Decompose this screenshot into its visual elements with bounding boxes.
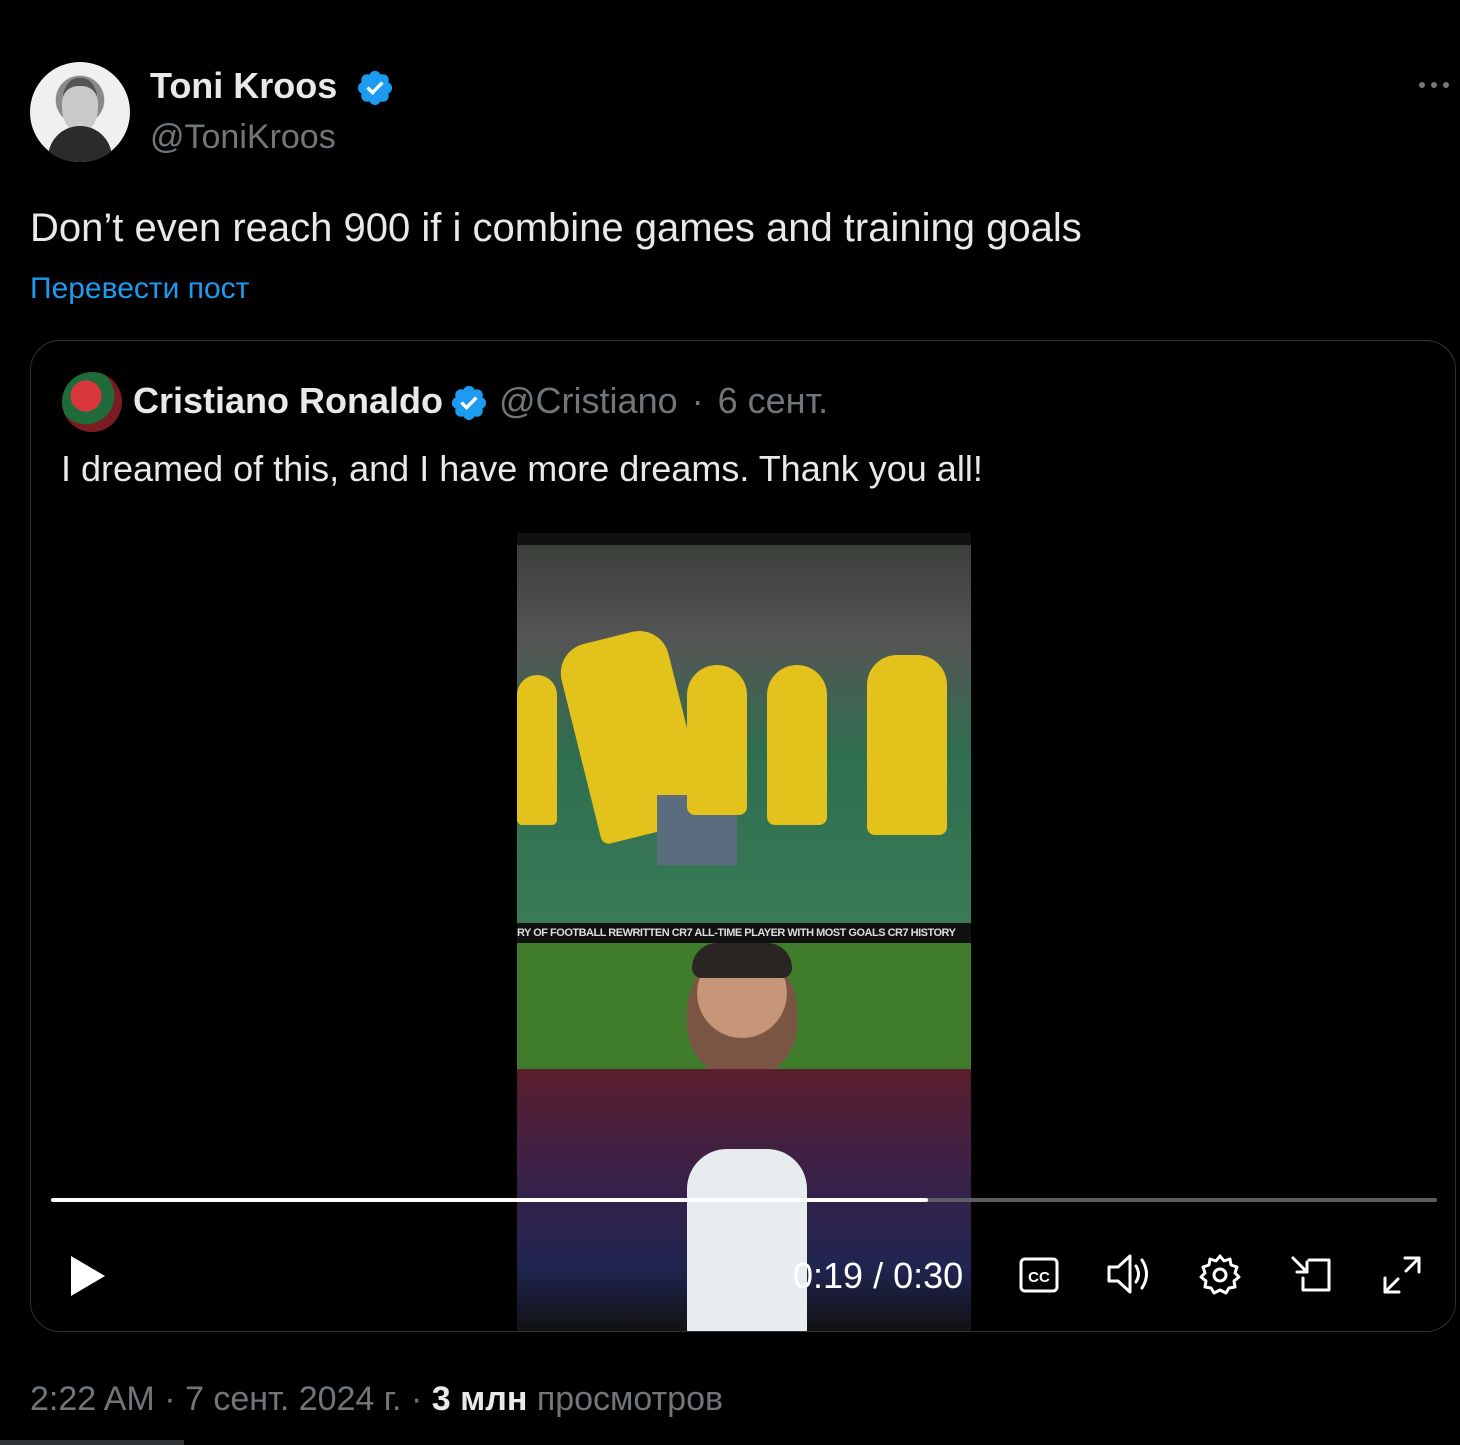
settings-icon[interactable] [1197, 1252, 1243, 1298]
quoted-post-card[interactable]: Cristiano Ronaldo @Cristiano · 6 сент. I… [30, 340, 1456, 1332]
play-icon[interactable] [65, 1253, 111, 1299]
translate-post-link[interactable]: Перевести пост [30, 270, 249, 308]
verified-badge-icon [358, 71, 393, 106]
video-progress-fill [51, 1198, 929, 1202]
meta-separator: · [691, 380, 704, 421]
video-scene-celebration [517, 545, 971, 923]
avatar-shoulders [48, 126, 112, 162]
quoted-post-date[interactable]: 6 сент. [718, 380, 828, 421]
quoted-author-avatar[interactable] [62, 372, 122, 432]
post-text: Don’t even reach 900 if i combine games … [30, 206, 1082, 250]
captions-icon[interactable]: CC [1017, 1253, 1061, 1297]
fullscreen-icon[interactable] [1379, 1252, 1425, 1298]
views-count: 3 млн [431, 1380, 528, 1418]
post-date[interactable]: 7 сент. 2024 г. [185, 1380, 402, 1418]
video-ticker: RY OF FOOTBALL REWRITTEN CR7 ALL-TIME PL… [517, 923, 971, 943]
views-label: просмотров [536, 1380, 724, 1418]
video-time: 0:19 / 0:30 [793, 1255, 964, 1296]
quoted-author-name[interactable]: Cristiano Ronaldo [133, 380, 443, 421]
video-player[interactable]: RY OF FOOTBALL REWRITTEN CR7 ALL-TIME PL… [31, 531, 1455, 1331]
volume-icon[interactable] [1105, 1251, 1155, 1297]
quoted-post-header: Cristiano Ronaldo @Cristiano · 6 сент. [133, 377, 828, 425]
author-avatar[interactable] [30, 62, 130, 162]
quoted-post-text: I dreamed of this, and I have more dream… [61, 448, 983, 489]
post-footer: 2:22 AM · 7 сент. 2024 г. · 3 млн просмо… [30, 1380, 724, 1418]
svg-text:CC: CC [1028, 1269, 1050, 1286]
divider [0, 1440, 184, 1445]
avatar-head [62, 78, 98, 132]
author-handle[interactable]: @ToniKroos [150, 116, 336, 158]
author-name-row[interactable]: Toni Kroos [150, 64, 395, 108]
post-time[interactable]: 2:22 AM [30, 1380, 155, 1418]
video-frame: RY OF FOOTBALL REWRITTEN CR7 ALL-TIME PL… [517, 533, 971, 1331]
dock-icon[interactable] [1289, 1252, 1335, 1298]
video-scene-closeup [517, 943, 971, 1075]
verified-badge-icon [451, 386, 487, 421]
author-name[interactable]: Toni Kroos [150, 65, 337, 106]
more-horizontal-icon[interactable] [1414, 70, 1454, 100]
quoted-author-handle[interactable]: @Cristiano [499, 380, 678, 421]
video-progress-bar[interactable] [51, 1198, 1437, 1202]
